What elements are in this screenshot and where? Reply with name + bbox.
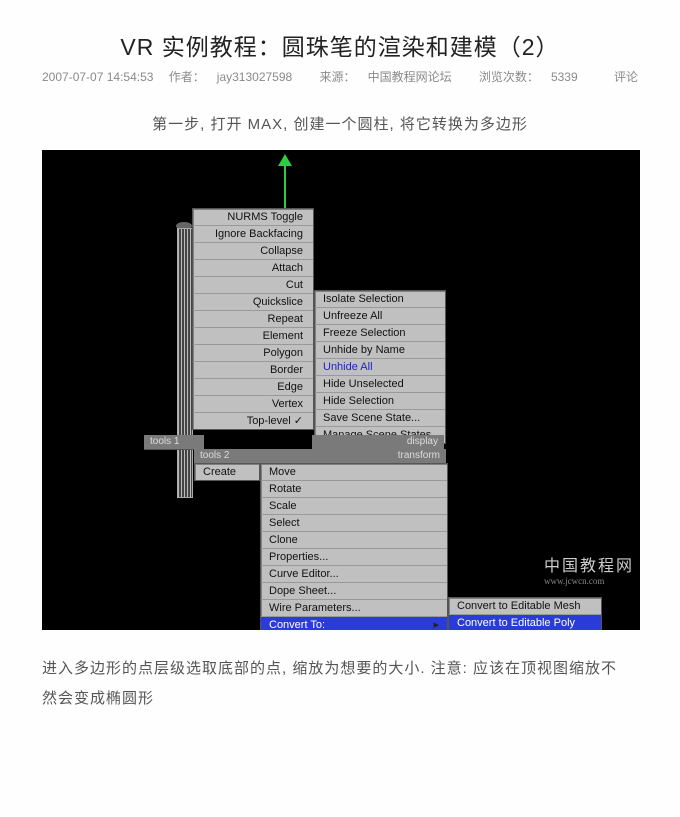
menu-item[interactable]: Ignore Backfacing [193, 226, 313, 243]
meta-date: 2007-07-07 14:54:53 [42, 70, 153, 84]
menu-item[interactable]: Hide Selection [315, 393, 445, 410]
quad-header-display: display [312, 435, 444, 450]
menu-item[interactable]: Rotate [261, 481, 447, 498]
quad-header-transform: transform [398, 449, 440, 463]
article-meta: 2007-07-07 14:54:53 作者：jay313027598 来源：中… [42, 68, 638, 85]
context-menu-modeling[interactable]: NURMS Toggle Ignore Backfacing Collapse … [192, 208, 314, 430]
menu-item[interactable]: Unfreeze All [315, 308, 445, 325]
step-text-1: 第一步, 打开 MAX, 创建一个圆柱, 将它转换为多边形 [42, 113, 638, 134]
meta-source: 来源：中国教程网论坛 [320, 70, 464, 84]
menu-item[interactable]: Isolate Selection [315, 291, 445, 308]
meta-comment-link[interactable]: 评论 [614, 68, 638, 85]
menu-item-toplevel[interactable]: Top-level [193, 413, 313, 429]
quad-header-tools2: tools 2 [200, 449, 229, 463]
context-menu-transform[interactable]: Move Rotate Scale Select Clone Propertie… [260, 463, 448, 630]
meta-views: 浏览次数：5339 [479, 70, 590, 84]
menu-item-editable-poly[interactable]: Convert to Editable Poly [449, 615, 601, 630]
menu-item-unhide-all[interactable]: Unhide All [315, 359, 445, 376]
menu-item[interactable]: Element [193, 328, 313, 345]
context-menu-tools2[interactable]: Create [194, 463, 260, 481]
menu-item[interactable]: Save Scene State... [315, 410, 445, 427]
menu-item[interactable]: Attach [193, 260, 313, 277]
menu-item[interactable]: Move [261, 464, 447, 481]
menu-item-convert-to[interactable]: Convert To: [261, 617, 447, 630]
axis-gizmo [278, 154, 292, 212]
meta-author: 作者：jay313027598 [169, 70, 304, 84]
menu-item[interactable]: Collapse [193, 243, 313, 260]
menu-item[interactable]: Clone [261, 532, 447, 549]
menu-item[interactable]: Polygon [193, 345, 313, 362]
menu-item[interactable]: Select [261, 515, 447, 532]
menu-item[interactable]: Curve Editor... [261, 566, 447, 583]
quad-header-tools1: tools 1 [144, 435, 204, 450]
menu-item[interactable]: Repeat [193, 311, 313, 328]
menu-item[interactable]: Quickslice [193, 294, 313, 311]
menu-item-create[interactable]: Create [195, 464, 259, 480]
menu-item[interactable]: Hide Unselected [315, 376, 445, 393]
cylinder-object [177, 228, 193, 498]
menu-item[interactable]: Edge [193, 379, 313, 396]
arrow-up-icon [278, 154, 292, 166]
watermark: 中国教程网 www.jcwcn.com [544, 552, 634, 586]
submenu-convert-to[interactable]: Convert to Editable Mesh Convert to Edit… [448, 597, 602, 630]
page-title: VR 实例教程：圆珠笔的渲染和建模（2） [42, 28, 638, 62]
menu-item[interactable]: Wire Parameters... [261, 600, 447, 617]
menu-item[interactable]: Properties... [261, 549, 447, 566]
menu-item[interactable]: Dope Sheet... [261, 583, 447, 600]
menu-item[interactable]: Convert to Editable Mesh [449, 598, 601, 615]
menu-item[interactable]: Border [193, 362, 313, 379]
quad-header-row-2: tools 2 transform [194, 449, 446, 464]
menu-item[interactable]: Freeze Selection [315, 325, 445, 342]
menu-item[interactable]: Cut [193, 277, 313, 294]
menu-item[interactable]: Unhide by Name [315, 342, 445, 359]
screenshot-3dsmax: NURMS Toggle Ignore Backfacing Collapse … [42, 150, 640, 630]
menu-item[interactable]: Vertex [193, 396, 313, 413]
context-menu-display[interactable]: Isolate Selection Unfreeze All Freeze Se… [314, 290, 446, 444]
menu-item[interactable]: Scale [261, 498, 447, 515]
menu-item[interactable]: NURMS Toggle [193, 209, 313, 226]
body-paragraph-2: 进入多边形的点层级选取底部的点, 缩放为想要的大小. 注意: 应该在顶视图缩放不… [42, 654, 638, 714]
